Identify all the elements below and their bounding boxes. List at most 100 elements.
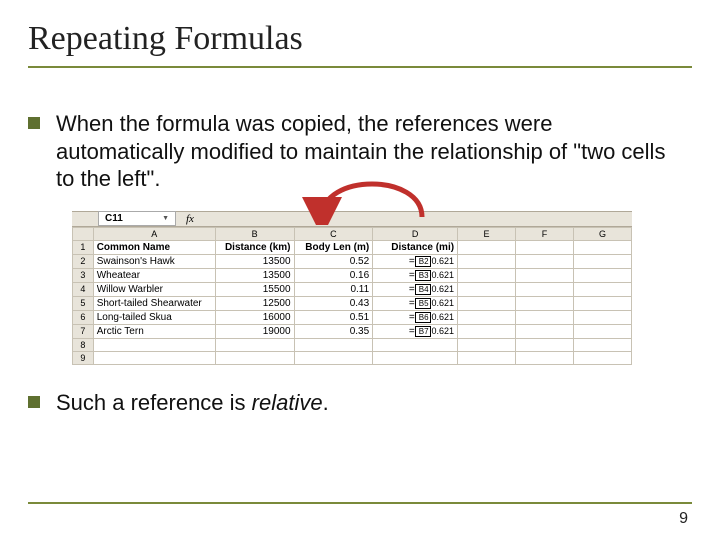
cell: Common Name (93, 240, 215, 254)
page-number: 9 (679, 510, 688, 528)
cell (516, 282, 574, 296)
bullet-text: Such a reference is relative. (56, 389, 329, 417)
spreadsheet-grid: A B C D E F G 1 Common Name Distance (km… (72, 227, 632, 365)
cell: 12500 (215, 296, 294, 310)
cell: 15500 (215, 282, 294, 296)
row-header: 7 (73, 324, 94, 338)
row-header: 4 (73, 282, 94, 296)
cell: Distance (km) (215, 240, 294, 254)
cell: Swainson's Hawk (93, 254, 215, 268)
row-header: 1 (73, 240, 94, 254)
col-header: C (294, 227, 373, 240)
cell (215, 338, 294, 351)
cell (516, 254, 574, 268)
table-row: 6Long-tailed Skua160000.51=B60.621 (73, 310, 632, 324)
cell: 0.11 (294, 282, 373, 296)
cell (215, 351, 294, 364)
fx-label: fx (186, 213, 194, 225)
bullet-square-icon (28, 117, 40, 129)
dropdown-icon: ▼ (162, 215, 169, 222)
cell: Willow Warbler (93, 282, 215, 296)
cell: 13500 (215, 254, 294, 268)
cell: Wheatear (93, 268, 215, 282)
cell: 16000 (215, 310, 294, 324)
formula-ref-cell: =B40.621 (373, 282, 458, 296)
cell (574, 254, 632, 268)
cell: 19000 (215, 324, 294, 338)
formula-ref-cell: =B20.621 (373, 254, 458, 268)
col-header: G (574, 227, 632, 240)
formula-tail: 0.621 (432, 270, 455, 280)
cell (458, 338, 516, 351)
row-header: 5 (73, 296, 94, 310)
col-header: B (215, 227, 294, 240)
cell (458, 254, 516, 268)
cell (574, 296, 632, 310)
cell (574, 351, 632, 364)
cell: 0.43 (294, 296, 373, 310)
cell (516, 310, 574, 324)
formula-tail: 0.621 (432, 284, 455, 294)
cell-reference-box: B4 (415, 284, 431, 295)
col-header: F (516, 227, 574, 240)
cell-reference-box: B3 (415, 270, 431, 281)
formula-bar: C11 ▼ fx (72, 211, 632, 227)
bullet2-emph: relative (252, 390, 323, 415)
cell: Short-tailed Shearwater (93, 296, 215, 310)
cell (458, 310, 516, 324)
formula-tail: 0.621 (432, 326, 455, 336)
col-header: E (458, 227, 516, 240)
cell (574, 240, 632, 254)
formula-ref-cell: =B30.621 (373, 268, 458, 282)
table-row: 9 (73, 351, 632, 364)
slide-title: Repeating Formulas (28, 20, 692, 64)
col-header: A (93, 227, 215, 240)
cell: Body Len (m) (294, 240, 373, 254)
cell: Long-tailed Skua (93, 310, 215, 324)
cell (516, 268, 574, 282)
cell (93, 351, 215, 364)
footer-rule (28, 502, 692, 504)
cell-reference-box: B6 (415, 312, 431, 323)
table-row: 2Swainson's Hawk135000.52=B20.621 (73, 254, 632, 268)
cell (574, 282, 632, 296)
cell (373, 338, 458, 351)
formula-tail: 0.621 (432, 256, 455, 266)
cell: 0.52 (294, 254, 373, 268)
row-header: 2 (73, 254, 94, 268)
formula-tail: 0.621 (432, 298, 455, 308)
cell (93, 338, 215, 351)
cell (458, 282, 516, 296)
cell (458, 324, 516, 338)
cell (294, 338, 373, 351)
cell: 0.51 (294, 310, 373, 324)
bullet2-post: . (323, 390, 329, 415)
row-header: 8 (73, 338, 94, 351)
formula-ref-cell: =B60.621 (373, 310, 458, 324)
formula-ref-cell: =B70.621 (373, 324, 458, 338)
name-box-value: C11 (105, 213, 123, 224)
cell (458, 351, 516, 364)
cell (516, 324, 574, 338)
cell (458, 240, 516, 254)
cell (516, 296, 574, 310)
row-header: 6 (73, 310, 94, 324)
cell (373, 351, 458, 364)
bullet-text: When the formula was copied, the referen… (56, 110, 668, 193)
cell (574, 338, 632, 351)
bullet2-pre: Such a reference is (56, 390, 252, 415)
cell: 0.16 (294, 268, 373, 282)
cell (574, 268, 632, 282)
select-all-cell (73, 227, 94, 240)
cell: Distance (mi) (373, 240, 458, 254)
table-row: 3Wheatear135000.16=B30.621 (73, 268, 632, 282)
cell: 0.35 (294, 324, 373, 338)
table-row: 7Arctic Tern190000.35=B70.621 (73, 324, 632, 338)
cell (516, 338, 574, 351)
title-rule (28, 66, 692, 68)
cell-reference-box: B2 (415, 256, 431, 267)
bullet-square-icon (28, 396, 40, 408)
column-header-row: A B C D E F G (73, 227, 632, 240)
cell: 13500 (215, 268, 294, 282)
header-row: 1 Common Name Distance (km) Body Len (m)… (73, 240, 632, 254)
